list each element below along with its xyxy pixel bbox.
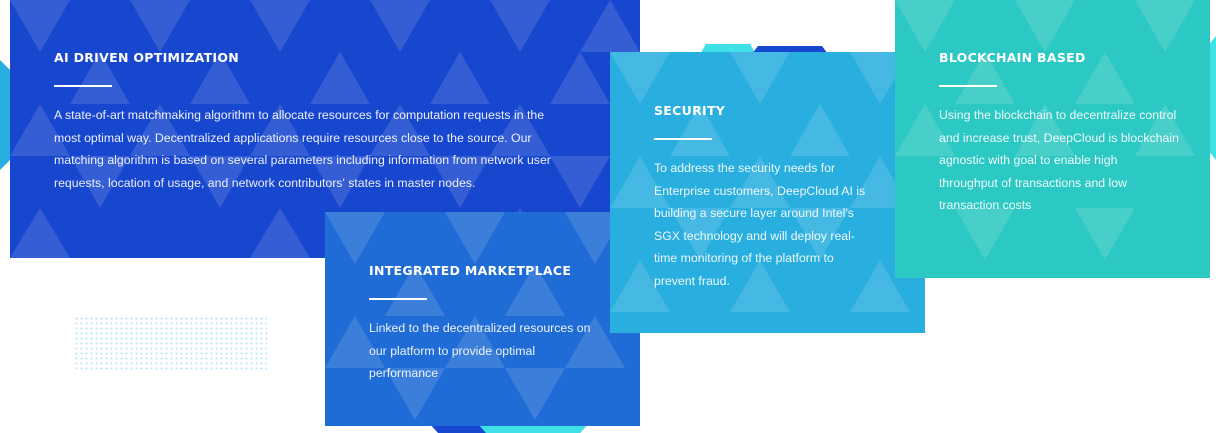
card-title: SECURITY bbox=[654, 103, 726, 118]
card-description: A state-of-art matchmaking algorithm to … bbox=[54, 108, 551, 190]
title-underline bbox=[654, 138, 712, 140]
title-underline bbox=[54, 85, 112, 87]
card-description: Linked to the decentralized resources on… bbox=[369, 321, 591, 380]
title-underline bbox=[939, 85, 997, 87]
title-underline bbox=[369, 298, 427, 300]
card-title: INTEGRATED MARKETPLACE bbox=[369, 263, 572, 278]
card-title: BLOCKCHAIN BASED bbox=[939, 50, 1086, 65]
card-title: AI DRIVEN OPTIMIZATION bbox=[54, 50, 240, 65]
dot-grid-decoration bbox=[74, 316, 267, 370]
card-description: Using the blockchain to decentralize con… bbox=[939, 108, 1179, 212]
feature-card-integrated-marketplace: INTEGRATED MARKETPLACE Linked to the dec… bbox=[325, 212, 640, 426]
card-description: To address the security needs for Enterp… bbox=[654, 161, 866, 288]
feature-card-blockchain-based: BLOCKCHAIN BASED Using the blockchain to… bbox=[895, 0, 1210, 278]
feature-card-security: SECURITY To address the security needs f… bbox=[610, 52, 925, 333]
